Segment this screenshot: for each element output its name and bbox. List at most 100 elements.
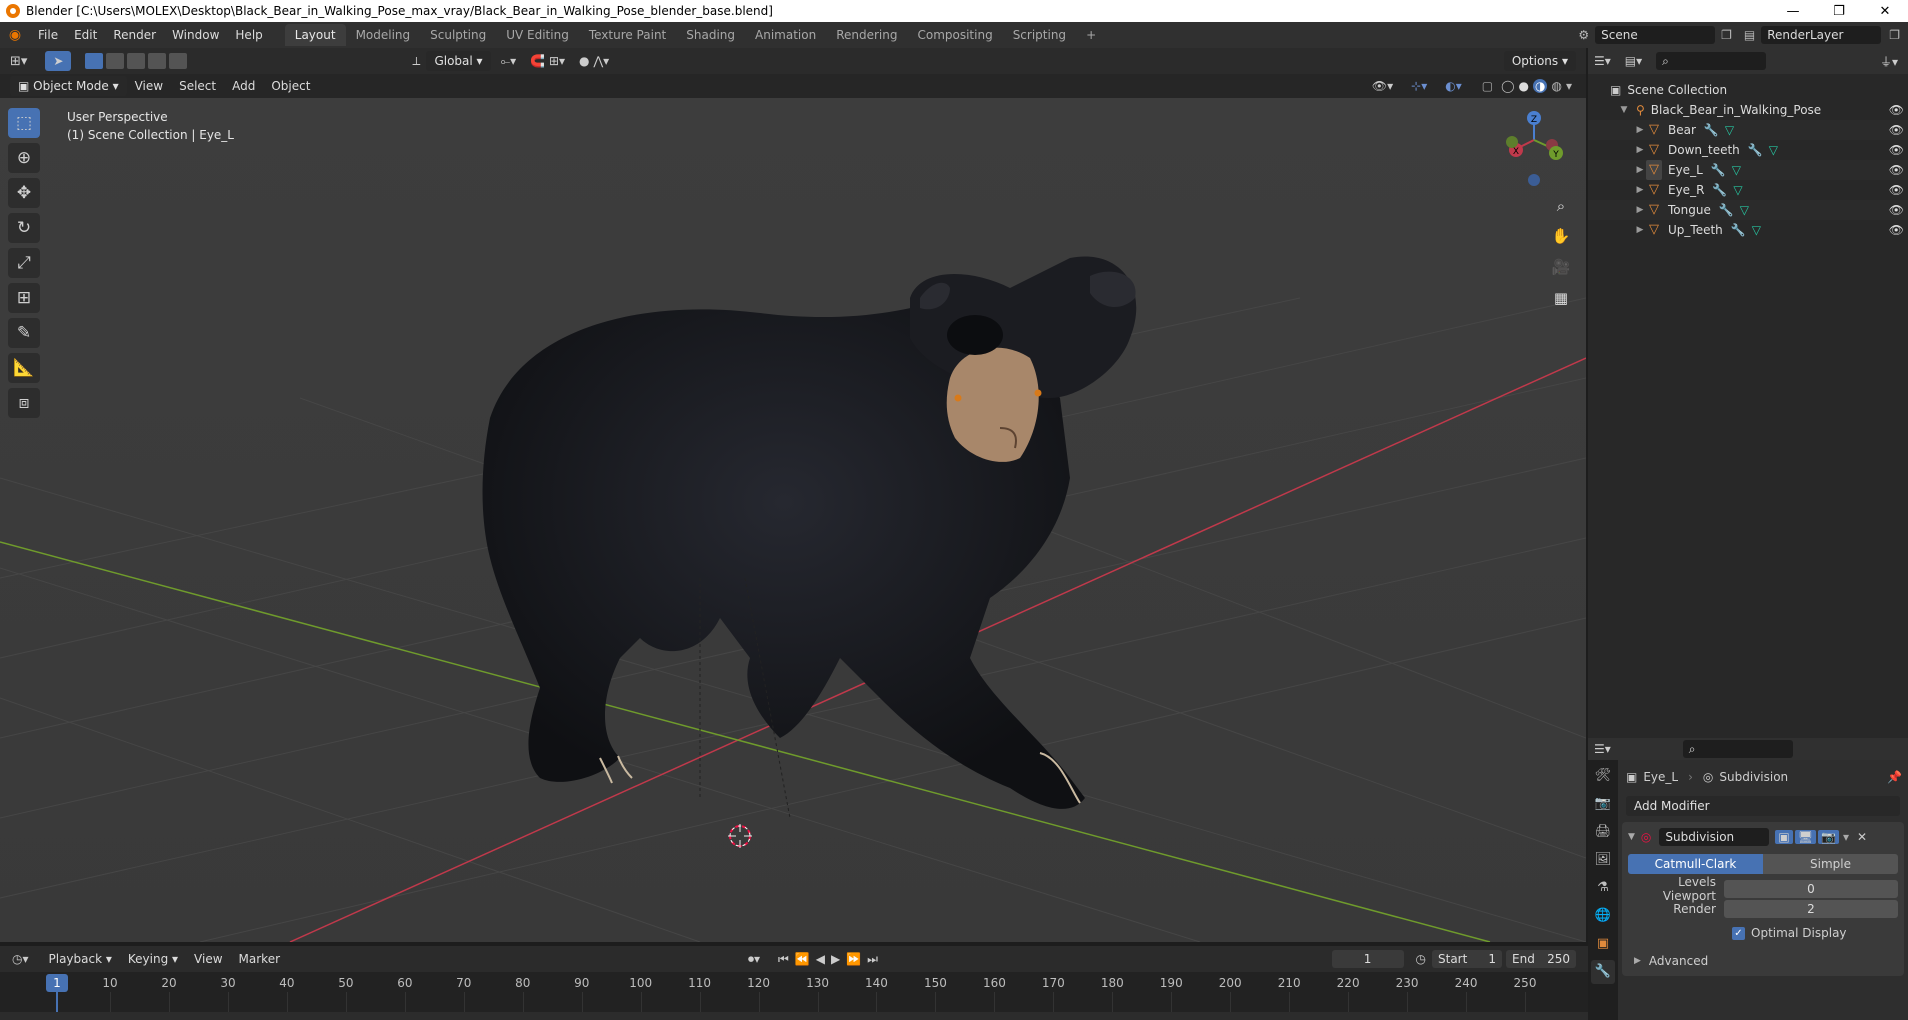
3d-viewport[interactable]: Z X Y ⌕ ✋ 🎥 ▦ [0, 98, 1586, 942]
scene-field[interactable]: Scene [1595, 26, 1716, 44]
remove-modifier-icon[interactable]: ✕ [1857, 830, 1867, 844]
modifier-wrench-icon[interactable]: 🔧 [1712, 180, 1727, 200]
menu-select[interactable]: Select [171, 73, 224, 99]
menu-edit[interactable]: Edit [66, 22, 105, 48]
menu-view[interactable]: View [127, 73, 171, 99]
display-mode-icon[interactable]: ▤▾ [1625, 54, 1642, 68]
mesh-data-icon[interactable]: ▽ [1732, 160, 1741, 180]
simple-tab[interactable]: Simple [1763, 854, 1898, 874]
view-layer-tab-icon[interactable]: 🖼 [1591, 848, 1615, 872]
tab-modeling[interactable]: Modeling [346, 24, 421, 46]
record-icon[interactable]: ⏺▾ [748, 952, 760, 967]
menu-file[interactable]: File [30, 22, 66, 48]
outliner-scene-collection[interactable]: ▣ Scene Collection [1588, 80, 1908, 100]
playback-controls[interactable]: ⏮⏪◀▶⏩⏭ [778, 952, 884, 967]
timeline-editor-icon[interactable]: ◷▾ [12, 952, 29, 966]
modifier-wrench-icon[interactable]: 🔧 [1719, 200, 1734, 220]
collapse-arrow-icon[interactable]: ▼ [1618, 100, 1630, 120]
measure-tool-icon[interactable]: 📐 [8, 353, 40, 383]
optimal-display-checkbox[interactable]: ✓ [1732, 926, 1745, 940]
zoom-icon[interactable]: ⌕ [1548, 193, 1574, 219]
menu-add[interactable]: Add [224, 73, 263, 99]
rotate-tool-icon[interactable]: ↻ [8, 213, 40, 243]
add-workspace-button[interactable]: + [1076, 24, 1106, 46]
menu-window[interactable]: Window [164, 22, 227, 48]
tab-layout[interactable]: Layout [284, 24, 346, 46]
eye-icon[interactable]: 👁 [1889, 220, 1904, 240]
properties-search-input[interactable]: ⌕ [1682, 740, 1793, 758]
view-layer-field[interactable]: RenderLayer [1761, 26, 1882, 44]
menu-timeline-view[interactable]: View [186, 946, 230, 972]
tab-sculpting[interactable]: Sculpting [420, 24, 496, 46]
modifier-wrench-icon[interactable]: 🔧 [1711, 160, 1726, 180]
camera-view-icon[interactable]: 🎥 [1548, 254, 1574, 280]
render-toggle-icon[interactable]: 📷 [1817, 830, 1839, 844]
blender-menu-icon[interactable]: ◉ [0, 27, 30, 43]
add-modifier-dropdown[interactable]: Add Modifier [1626, 796, 1900, 816]
expand-arrow-icon[interactable]: ▶ [1634, 220, 1646, 240]
proportional-edit-icon[interactable]: ● ⋀▾ [579, 54, 609, 68]
outliner-item-tongue[interactable]: ▶ ▽ Tongue 🔧 ▽ 👁 [1588, 200, 1908, 220]
object-tab-icon[interactable]: ▣ [1591, 932, 1615, 956]
filter-icon[interactable]: ⏚▾ [1880, 53, 1898, 70]
mesh-data-icon[interactable]: ▽ [1769, 140, 1778, 160]
tab-animation[interactable]: Animation [745, 24, 826, 46]
cursor-tool-icon[interactable]: ⊕ [8, 143, 40, 173]
mesh-data-icon[interactable]: ▽ [1725, 120, 1734, 140]
scale-tool-icon[interactable]: ⤢ [8, 248, 40, 278]
world-tab-icon[interactable]: 🌐 [1591, 904, 1615, 928]
options-dropdown[interactable]: Options ▾ [1503, 51, 1576, 71]
select-tool-icon[interactable]: ➤ [45, 51, 72, 71]
selection-mode-icons[interactable] [85, 53, 188, 69]
mode-dropdown[interactable]: ▣ Object Mode ▾ [10, 76, 127, 96]
view-layer-icon[interactable]: ▤ [1744, 28, 1755, 42]
tab-shading[interactable]: Shading [676, 24, 745, 46]
catmull-clark-tab[interactable]: Catmull-Clark [1628, 854, 1763, 874]
transform-tool-icon[interactable]: ⊞ [8, 283, 40, 313]
menu-help[interactable]: Help [227, 22, 270, 48]
mesh-data-icon[interactable]: ▽ [1740, 200, 1749, 220]
modifier-wrench-icon[interactable]: 🔧 [1748, 140, 1763, 160]
edit-mode-toggle-icon[interactable]: ▣ [1775, 830, 1793, 844]
maximize-button[interactable]: ❐ [1816, 4, 1862, 19]
expand-arrow-icon[interactable]: ▶ [1634, 120, 1646, 140]
timeline-scrollbar[interactable] [0, 1012, 1588, 1020]
outliner-search-input[interactable]: ⌕ [1656, 52, 1767, 70]
3d-cursor-icon[interactable] [728, 824, 752, 848]
expand-arrow-icon[interactable]: ▶ [1634, 180, 1646, 200]
render-tab-icon[interactable]: 📷 [1591, 792, 1615, 816]
outliner-item-up-teeth[interactable]: ▶ ▽ Up_Teeth 🔧 ▽ 👁 [1588, 220, 1908, 240]
move-tool-icon[interactable]: ✥ [8, 178, 40, 208]
modifier-tab-icon[interactable]: 🔧 [1591, 960, 1615, 984]
mesh-data-icon[interactable]: ▽ [1733, 180, 1742, 200]
tab-compositing[interactable]: Compositing [907, 24, 1002, 46]
pan-hand-icon[interactable]: ✋ [1548, 223, 1574, 249]
visibility-icon[interactable]: 👁▾ [1372, 79, 1393, 93]
properties-editor-icon[interactable]: ☰▾ [1594, 742, 1611, 756]
start-frame-input[interactable]: Start 1 [1432, 950, 1502, 968]
end-frame-input[interactable]: End 250 [1506, 950, 1576, 968]
expand-arrow-icon[interactable]: ▶ [1634, 200, 1646, 220]
advanced-section-label[interactable]: Advanced [1649, 954, 1708, 968]
scene-tab-icon[interactable]: ⚗ [1591, 876, 1615, 900]
eye-icon[interactable]: 👁 [1889, 180, 1904, 200]
menu-object[interactable]: Object [263, 73, 318, 99]
close-button[interactable]: ✕ [1862, 4, 1908, 19]
levels-viewport-input[interactable]: 0 [1724, 880, 1898, 898]
mesh-data-icon[interactable]: ▽ [1752, 220, 1761, 240]
eye-icon[interactable]: 👁 [1889, 120, 1904, 140]
tab-scripting[interactable]: Scripting [1003, 24, 1076, 46]
tool-tab-icon[interactable]: 🛠 [1591, 764, 1615, 788]
shading-mode-icons[interactable]: ◯ ● ◑ ◍ ▾ [1501, 79, 1572, 93]
timeline-track[interactable]: 1 10 20 30 40 50 60 70 80 90 100 110 120 130 140 150 160… [0, 972, 1588, 1020]
eye-icon[interactable]: 👁 [1889, 100, 1904, 120]
eye-icon[interactable]: 👁 [1889, 160, 1904, 180]
current-frame-input[interactable]: 1 [1331, 950, 1404, 968]
outliner-item-eye-r[interactable]: ▶ ▽ Eye_R 🔧 ▽ 👁 [1588, 180, 1908, 200]
eye-icon[interactable]: 👁 [1889, 140, 1904, 160]
editor-type-icon[interactable]: ⊞▾ [10, 54, 27, 69]
modifier-name-field[interactable]: Subdivision [1659, 828, 1770, 846]
tab-uv-editing[interactable]: UV Editing [496, 24, 579, 46]
scene-icon[interactable]: ⚙ [1578, 28, 1589, 42]
outliner-item-down-teeth[interactable]: ▶ ▽ Down_teeth 🔧 ▽ 👁 [1588, 140, 1908, 160]
